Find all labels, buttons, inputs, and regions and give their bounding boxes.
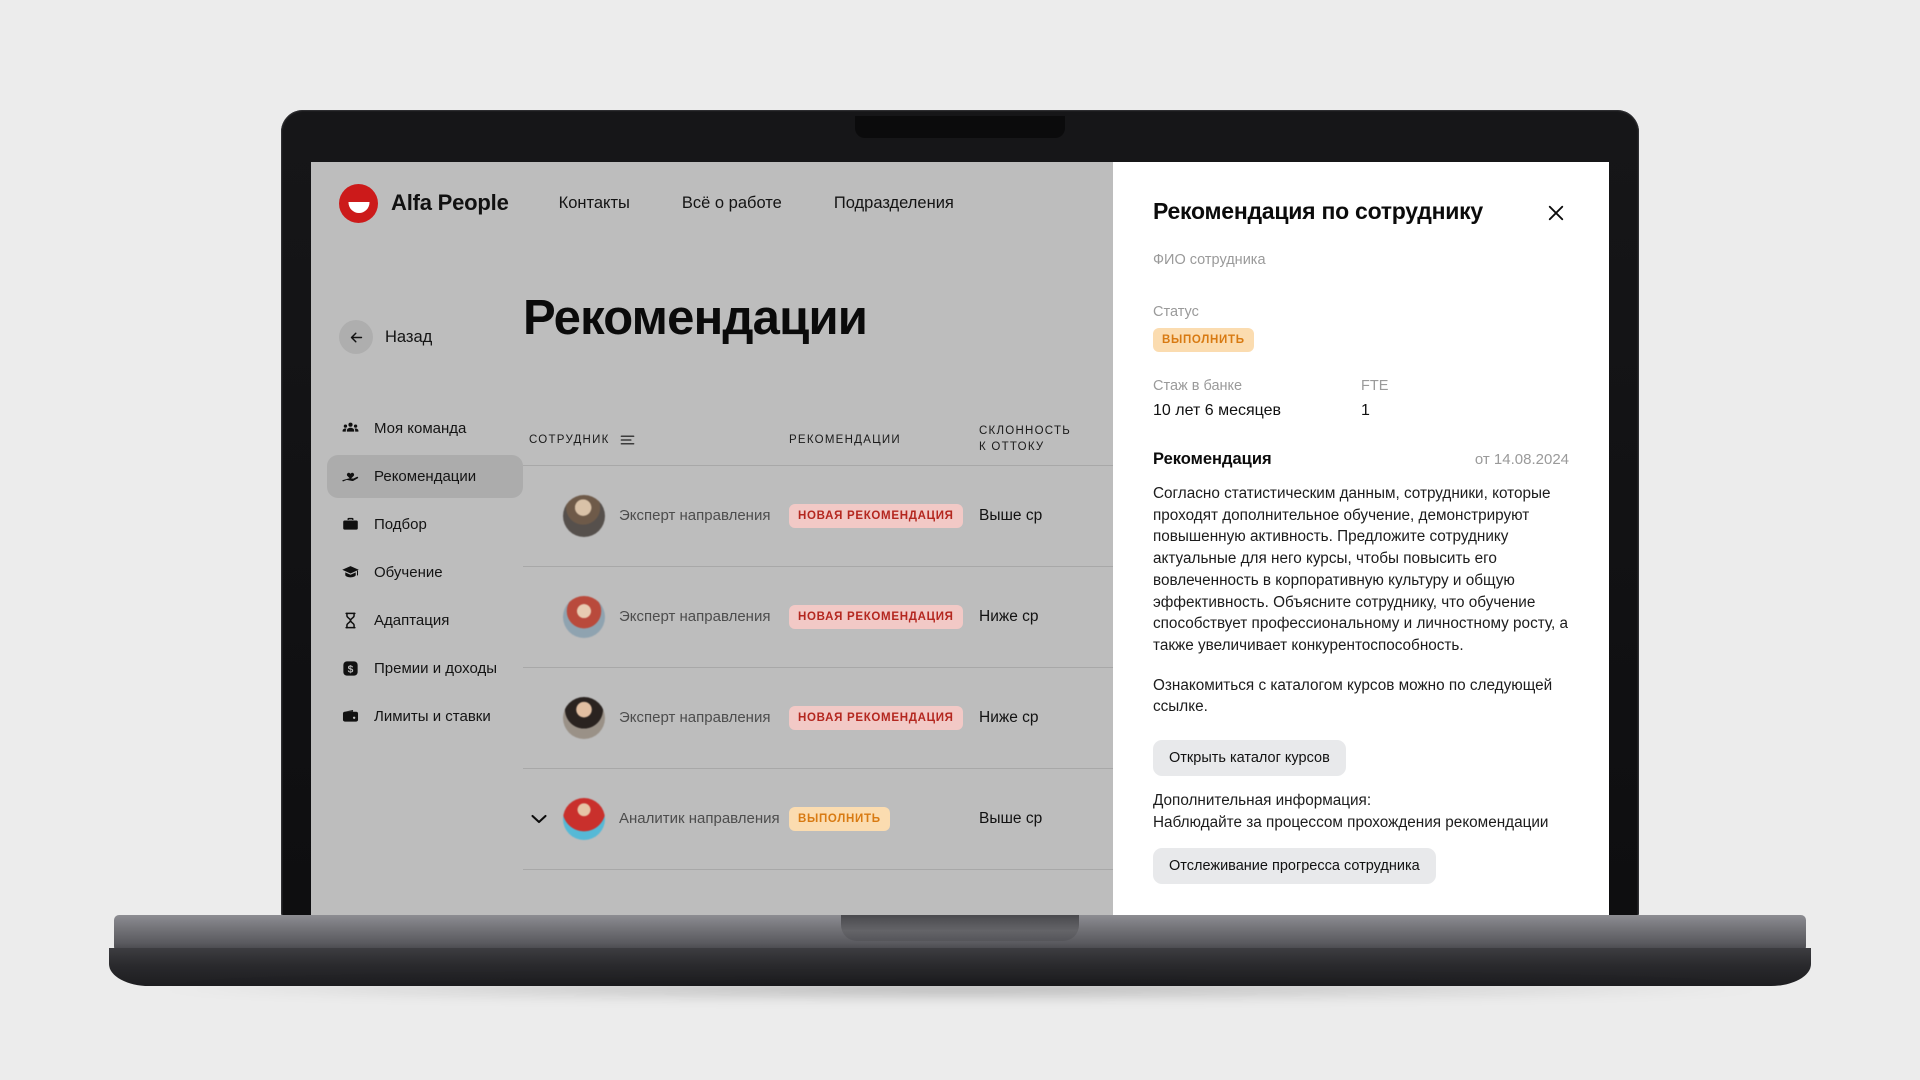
fte-field: FTE 1 [1361, 378, 1569, 420]
laptop-mockup: Alfa People Контакты Всё о работе Подраз… [109, 110, 1811, 1002]
recommendation-heading: Рекомендация [1153, 450, 1272, 468]
cell-employee: Эксперт направления [529, 495, 789, 537]
chevron-down-icon[interactable] [529, 814, 549, 824]
status-badge: Новая рекомендация [789, 706, 963, 730]
employee-role: Эксперт направления [619, 507, 771, 524]
sidebar-item-label: Рекомендации [374, 468, 477, 485]
employee-info: Эксперт направления [619, 608, 770, 626]
sort-lines-icon[interactable] [620, 434, 635, 446]
arrow-left-icon [339, 320, 373, 354]
sidebar-item-adaptation[interactable]: Адаптация [327, 599, 523, 642]
column-header-employee: Сотрудник [529, 434, 789, 446]
employee-fio-label: ФИО сотрудника [1153, 252, 1266, 268]
status-badge: Выполнить [789, 807, 890, 831]
sidebar-item-label: Обучение [374, 564, 443, 581]
panel-metrics: Стаж в банке 10 лет 6 месяцев FTE 1 [1153, 378, 1569, 420]
nav-link-contacts[interactable]: Контакты [559, 194, 630, 213]
recommendation-paragraph-1: Согласно статистическим данным, сотрудни… [1153, 485, 1569, 655]
column-header-recommendations: Рекомендации [789, 433, 901, 446]
status-badge: Новая рекомендация [789, 605, 963, 629]
sidebar-item-training[interactable]: Обучение [327, 551, 523, 594]
sidebar-item-label: Премии и доходы [374, 660, 498, 677]
employee-role: Аналитик направления [619, 810, 780, 827]
brand-name: Alfa People [391, 190, 509, 215]
wallet-icon [341, 707, 360, 726]
tenure-value: 10 лет 6 месяцев [1153, 402, 1282, 419]
cell-recommendation: Выполнить [789, 807, 979, 831]
recommendation-header: Рекомендация от 14.08.2024 [1153, 450, 1569, 469]
sidebar-item-label: Моя команда [374, 420, 467, 437]
recommendation-detail-panel: Рекомендация по сотруднику ФИО сотрудник… [1113, 162, 1609, 917]
column-header-churn-line1: Склонность [979, 424, 1072, 437]
briefcase-icon [341, 515, 360, 534]
screenshot-stage: Alfa People Контакты Всё о работе Подраз… [0, 0, 1920, 1080]
dollar-badge-icon: $ [341, 659, 360, 678]
avatar [563, 697, 605, 739]
sidebar-item-label: Адаптация [374, 612, 450, 629]
nav-links: Контакты Всё о работе Подразделения [559, 194, 954, 213]
panel-status-block: Статус выполнить [1153, 304, 1569, 352]
panel-title: Рекомендация по сотруднику [1153, 198, 1483, 224]
nav-link-departments[interactable]: Подразделения [834, 194, 954, 213]
nav-link-about-work[interactable]: Всё о работе [682, 194, 782, 213]
employee-info: Аналитик направления [619, 810, 780, 828]
page-title: Рекомендации [523, 291, 868, 345]
people-group-icon [341, 419, 360, 438]
fte-label: FTE [1361, 378, 1389, 394]
sidebar-item-bonuses[interactable]: $ Премии и доходы [327, 647, 523, 690]
alfa-smile-logo-icon [339, 183, 378, 223]
additional-info-label: Дополнительная информация: [1153, 792, 1372, 810]
recommendation-date: от 14.08.2024 [1474, 451, 1569, 468]
employee-role: Эксперт направления [619, 709, 771, 726]
laptop-shadow [161, 976, 1761, 1002]
avatar [563, 495, 605, 537]
tenure-label: Стаж в банке [1153, 378, 1243, 394]
status-badge: выполнить [1153, 328, 1254, 352]
column-header-churn-line2: к оттоку [979, 440, 1045, 453]
panel-header: Рекомендация по сотруднику [1153, 198, 1569, 226]
status-badge: Новая рекомендация [789, 504, 963, 528]
close-icon[interactable] [1543, 200, 1569, 226]
column-header-employee-label: Сотрудник [529, 433, 610, 446]
cell-employee: Эксперт направления [529, 596, 789, 638]
brand-logo[interactable]: Alfa People [339, 183, 509, 223]
laptop-screen: Alfa People Контакты Всё о работе Подраз… [311, 162, 1609, 917]
track-employee-progress-button[interactable]: Отслеживание прогресса сотрудника [1153, 847, 1436, 884]
sidebar-item-recommendations[interactable]: Рекомендации [327, 455, 523, 498]
laptop-base-notch [841, 915, 1079, 941]
sidebar-item-my-team[interactable]: Моя команда [327, 407, 523, 450]
sidebar-item-limits[interactable]: Лимиты и ставки [327, 695, 523, 738]
cell-employee: Эксперт направления [529, 697, 789, 739]
employee-info: Эксперт направления [619, 709, 770, 727]
fte-value: 1 [1361, 402, 1370, 419]
laptop-camera-notch [855, 116, 1065, 138]
cell-recommendation: Новая рекомендация [789, 706, 979, 730]
employee-info: Эксперт направления [619, 507, 770, 525]
open-course-catalog-button[interactable]: Открыть каталог курсов [1153, 740, 1346, 777]
back-button[interactable]: Назад [339, 320, 432, 354]
cell-employee: Аналитик направления [529, 798, 789, 840]
tenure-field: Стаж в банке 10 лет 6 месяцев [1153, 378, 1361, 420]
sidebar-item-label: Подбор [374, 516, 427, 533]
hand-heart-icon [341, 467, 360, 486]
recommendation-body: Согласно статистическим данным, сотрудни… [1153, 483, 1569, 718]
status-label: Статус [1153, 304, 1199, 320]
app-window: Alfa People Контакты Всё о работе Подраз… [311, 162, 1609, 917]
cell-recommendation: Новая рекомендация [789, 504, 979, 528]
sidebar-nav: Моя команда Рекомендации Подбор Обучение… [327, 407, 523, 738]
sidebar-item-label: Лимиты и ставки [374, 708, 491, 725]
hourglass-icon [341, 611, 360, 630]
employee-role: Эксперт направления [619, 608, 771, 625]
avatar [563, 596, 605, 638]
sidebar-item-recruiting[interactable]: Подбор [327, 503, 523, 546]
additional-info-text: Наблюдайте за процессом прохождения реко… [1153, 814, 1549, 832]
svg-text:$: $ [348, 664, 354, 675]
recommendation-paragraph-2: Ознакомиться с каталогом курсов можно по… [1153, 676, 1553, 716]
cell-recommendation: Новая рекомендация [789, 605, 979, 629]
back-button-label: Назад [385, 327, 433, 346]
avatar [563, 798, 605, 840]
graduation-cap-icon [341, 563, 360, 582]
